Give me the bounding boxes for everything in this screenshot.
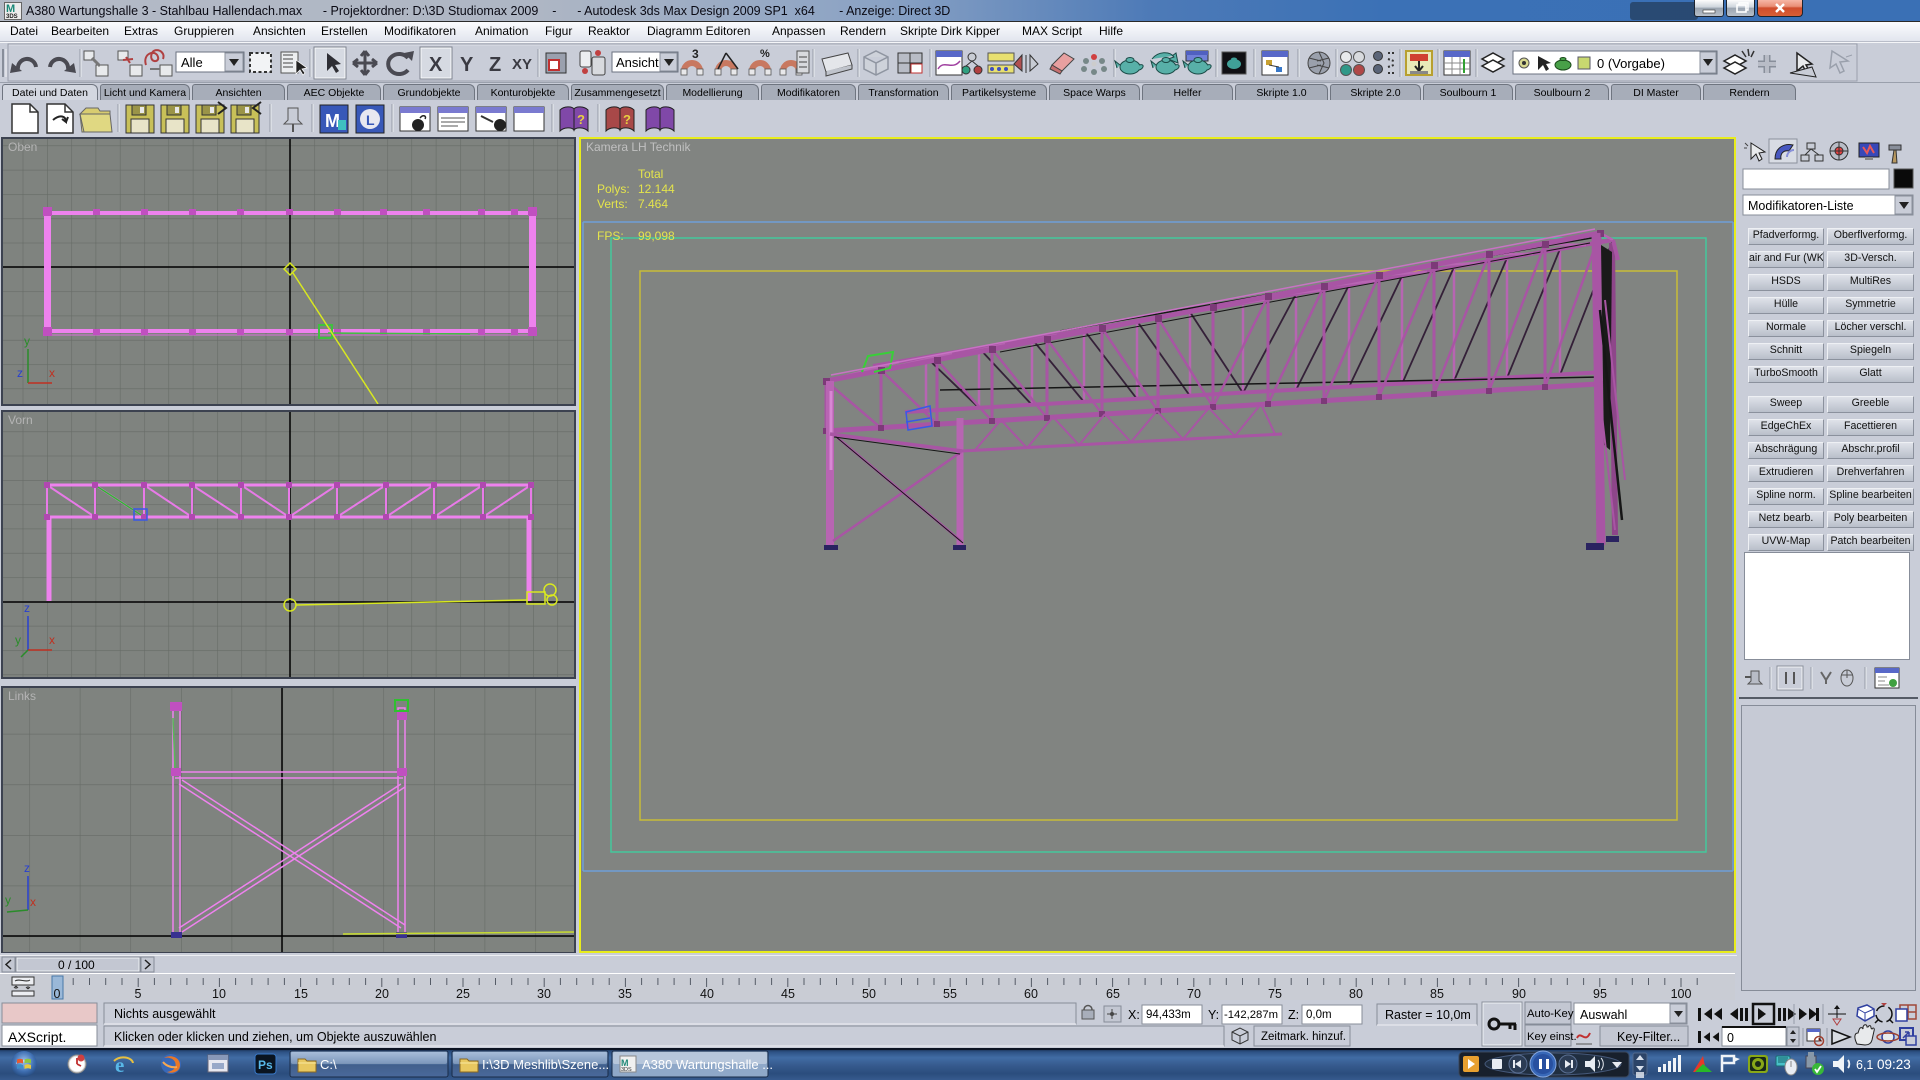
svg-text:Nichts ausgewählt: Nichts ausgewählt	[114, 1007, 216, 1021]
svg-text:0 (Vorgabe): 0 (Vorgabe)	[1597, 56, 1665, 71]
svg-text:Zeitmark. hinzuf.: Zeitmark. hinzuf.	[1261, 1031, 1346, 1043]
svg-text:100: 100	[1671, 987, 1692, 1001]
svg-text:Ps: Ps	[258, 1058, 273, 1072]
svg-text:25: 25	[456, 987, 470, 1001]
svg-text:Verts:: Verts:	[597, 197, 628, 211]
svg-text:90: 90	[1512, 987, 1526, 1001]
svg-text:80: 80	[1349, 987, 1363, 1001]
svg-text:Z: Z	[489, 54, 501, 76]
svg-text:3DS: 3DS	[6, 14, 18, 19]
svg-text:75: 75	[1268, 987, 1282, 1001]
svg-text:Key einst.: Key einst.	[1527, 1031, 1577, 1043]
svg-text:65: 65	[1106, 987, 1120, 1001]
svg-text:20: 20	[375, 987, 389, 1001]
svg-text:0,0m: 0,0m	[1306, 1009, 1332, 1021]
svg-text:-142,287m: -142,287m	[1224, 1009, 1278, 1021]
svg-text:09:23: 09:23	[1877, 1057, 1911, 1072]
svg-text:Y: Y	[460, 54, 474, 76]
svg-text:Polys:: Polys:	[597, 182, 630, 196]
svg-text:5: 5	[135, 987, 142, 1001]
svg-text:Modifikatoren-Liste: Modifikatoren-Liste	[1748, 199, 1854, 213]
svg-text:35: 35	[618, 987, 632, 1001]
svg-text:Key-Filter...: Key-Filter...	[1617, 1030, 1680, 1044]
svg-text:6,1: 6,1	[1856, 1058, 1873, 1072]
svg-text:55: 55	[943, 987, 957, 1001]
svg-text:y: y	[24, 334, 30, 348]
svg-text:?: ?	[577, 112, 585, 127]
svg-text:y: y	[5, 893, 11, 907]
svg-text:0: 0	[54, 987, 61, 1001]
svg-text:z: z	[24, 601, 30, 615]
svg-text:X:: X:	[1128, 1008, 1140, 1022]
svg-text:Ansicht: Ansicht	[616, 55, 659, 70]
svg-text:C:\: C:\	[320, 1057, 337, 1072]
svg-text:99,098: 99,098	[638, 229, 675, 243]
svg-text:z: z	[24, 861, 30, 875]
svg-text:12.144: 12.144	[638, 182, 675, 196]
svg-text:Auto-Key: Auto-Key	[1527, 1008, 1574, 1020]
svg-text:y: y	[15, 633, 21, 647]
svg-text:45: 45	[781, 987, 795, 1001]
svg-text:70: 70	[1187, 987, 1201, 1001]
svg-text:94,433m: 94,433m	[1146, 1009, 1191, 1021]
svg-text:X: X	[429, 54, 443, 76]
svg-text:L: L	[366, 112, 375, 128]
svg-text:3DS: 3DS	[621, 1067, 632, 1073]
svg-text:60: 60	[1024, 987, 1038, 1001]
svg-text:Total: Total	[638, 167, 663, 181]
svg-text:Z:: Z:	[1288, 1008, 1299, 1022]
svg-text:0 / 100: 0 / 100	[58, 958, 95, 972]
svg-text:Raster = 10,0m: Raster = 10,0m	[1385, 1008, 1471, 1022]
svg-text:7.464: 7.464	[638, 197, 668, 211]
svg-text:%: %	[760, 48, 770, 60]
svg-text:3: 3	[692, 47, 699, 61]
svg-text:15: 15	[294, 987, 308, 1001]
svg-text:M: M	[325, 111, 340, 131]
svg-text:50: 50	[862, 987, 876, 1001]
svg-text:85: 85	[1430, 987, 1444, 1001]
svg-text:x: x	[49, 633, 55, 647]
svg-text:Klicken oder klicken und ziehe: Klicken oder klicken und ziehen, um Obje…	[114, 1030, 436, 1044]
svg-text:FPS:: FPS:	[597, 229, 624, 243]
svg-text:A380 Wartungshalle ...: A380 Wartungshalle ...	[642, 1057, 773, 1072]
svg-text:I:\3D Meshlib\Szene...: I:\3D Meshlib\Szene...	[482, 1057, 609, 1072]
svg-text:Y:: Y:	[1208, 1008, 1219, 1022]
svg-text:z: z	[17, 366, 23, 380]
svg-text:?: ?	[623, 112, 631, 127]
svg-text:Auswahl: Auswahl	[1580, 1008, 1627, 1022]
svg-text:AXScript.: AXScript.	[8, 1029, 66, 1045]
svg-text:XY: XY	[512, 56, 532, 73]
svg-text:95: 95	[1593, 987, 1607, 1001]
svg-text:10: 10	[212, 987, 226, 1001]
svg-text:0: 0	[1727, 1031, 1734, 1045]
svg-text:x: x	[30, 895, 36, 909]
svg-text:40: 40	[700, 987, 714, 1001]
svg-text:x: x	[49, 366, 55, 380]
svg-text:Alle: Alle	[181, 55, 203, 70]
svg-text:30: 30	[537, 987, 551, 1001]
